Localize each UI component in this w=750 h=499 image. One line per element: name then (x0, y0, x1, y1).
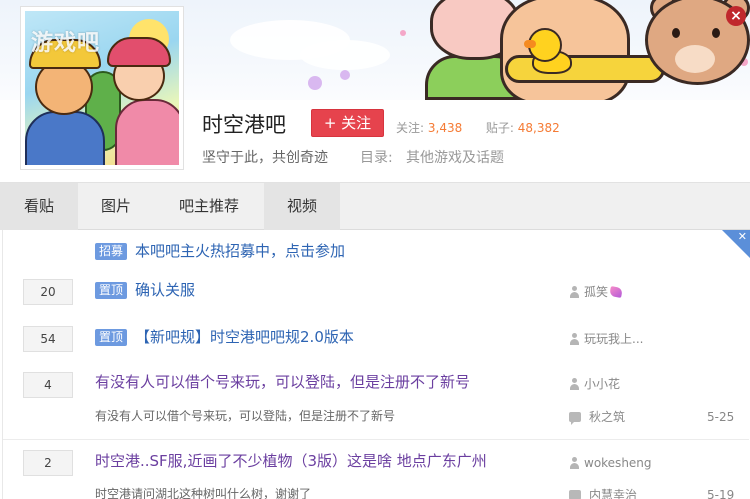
author-name: wokesheng (584, 456, 652, 470)
avatar-watermark: 游戏吧 (31, 31, 101, 56)
user-icon (569, 457, 580, 469)
directory-link[interactable]: 其他游戏及话题 (406, 148, 504, 168)
user-icon (569, 333, 580, 345)
author-name: 小小花 (584, 377, 621, 391)
tab-images[interactable]: 图片 (78, 183, 154, 230)
bear-muzzle (675, 45, 715, 73)
flower-decoration (308, 76, 322, 90)
last-reply-date: 5-25 (707, 410, 735, 424)
pinned-badge: 置顶 (95, 329, 128, 346)
thread-title-link[interactable]: 置顶 【新吧规】时空港吧吧规2.0版本 (95, 326, 354, 348)
last-reply-user[interactable]: 内慧幸治 (569, 487, 637, 499)
post-count: 48,382 (517, 121, 560, 135)
banner-close-icon[interactable]: × (726, 6, 746, 26)
girl-hair (107, 37, 171, 67)
last-reply-user[interactable]: 秋之筑 (569, 409, 625, 425)
comment-icon (569, 412, 581, 425)
last-reply-name: 秋之筑 (589, 410, 626, 424)
thread-abstract: 有没有人可以借个号来玩，可以登陆，但是注册不了新号 (95, 409, 396, 423)
pinned-badge: 置顶 (95, 282, 128, 299)
tab-videos[interactable]: 视频 (264, 183, 340, 230)
bear-eye (672, 28, 680, 38)
user-icon (569, 286, 580, 298)
thread-title: 确认关服 (135, 281, 196, 299)
thread-list: ✕ 招募 本吧吧主火热招募中，点击参加 20 置顶 确认关服 孤笑 54 置顶 【新吧… (2, 230, 750, 499)
comment-icon (569, 490, 581, 499)
flower-decoration (340, 70, 350, 80)
post-count-label: 贴子: (485, 121, 514, 135)
forum-title: 时空港吧 (202, 113, 286, 137)
thread-author[interactable]: 孤笑 (569, 284, 623, 300)
follow-count: 3,438 (427, 121, 463, 135)
reply-count: 4 (23, 372, 73, 398)
follow-count-label: 关注: (396, 121, 425, 135)
boy-body (25, 111, 105, 165)
girl-body (115, 99, 179, 165)
directory-label: 目录: (360, 150, 393, 166)
cartoon-swim-ring (505, 55, 665, 83)
reply-count: 2 (23, 450, 73, 476)
last-reply-date: 5-19 (707, 488, 735, 499)
dot-decoration (400, 30, 406, 36)
thread-title: 【新吧规】时空港吧吧规2.0版本 (135, 328, 354, 346)
gem-icon (609, 286, 623, 298)
thread-author[interactable]: 小小花 (569, 376, 620, 392)
author-name: 孤笑 (584, 285, 609, 299)
thread-title[interactable]: 有没有人可以借个号来玩，可以登陆，但是注册不了新号 (95, 371, 470, 393)
last-reply-name: 内慧幸治 (589, 488, 638, 499)
thread-author[interactable]: wokesheng (569, 455, 652, 471)
cartoon-fat-character (500, 0, 630, 100)
thread-author[interactable]: 玩玩我上... (569, 331, 643, 347)
recruit-badge: 招募 (95, 243, 128, 260)
follow-button[interactable]: + 关注 (311, 109, 384, 137)
avatar-image: 游戏吧 (25, 11, 179, 165)
forum-stats: 关注: 3,438 贴子: 48,382 (396, 120, 560, 136)
close-icon[interactable]: ✕ (738, 231, 747, 243)
forum-tabs: 看贴 图片 吧主推荐 视频 (0, 182, 750, 230)
reply-count: 20 (23, 279, 73, 305)
bear-eye (712, 28, 720, 38)
row-divider (3, 439, 749, 440)
author-name: 玩玩我上... (584, 332, 644, 346)
tab-posts[interactable]: 看贴 (0, 183, 78, 230)
recruit-link[interactable]: 招募 本吧吧主火热招募中，点击参加 (95, 240, 345, 262)
recruit-title: 本吧吧主火热招募中，点击参加 (135, 242, 346, 260)
user-icon (569, 378, 580, 390)
forum-slogan: 坚守于此，共创奇迹 (202, 150, 328, 166)
thread-title-link[interactable]: 置顶 确认关服 (95, 279, 195, 301)
tab-recommended[interactable]: 吧主推荐 (154, 183, 264, 230)
rubber-duck-beak (524, 40, 536, 48)
forum-avatar[interactable]: 游戏吧 (20, 6, 184, 170)
thread-title[interactable]: 时空港..SF服,近画了不少植物（3版）这是啥 地点广东广州 (95, 450, 487, 472)
reply-count: 54 (23, 326, 73, 352)
thread-abstract: 时空港请问湖北这种树叫什么树，谢谢了 (95, 487, 312, 499)
cloud-decoration (300, 40, 390, 70)
